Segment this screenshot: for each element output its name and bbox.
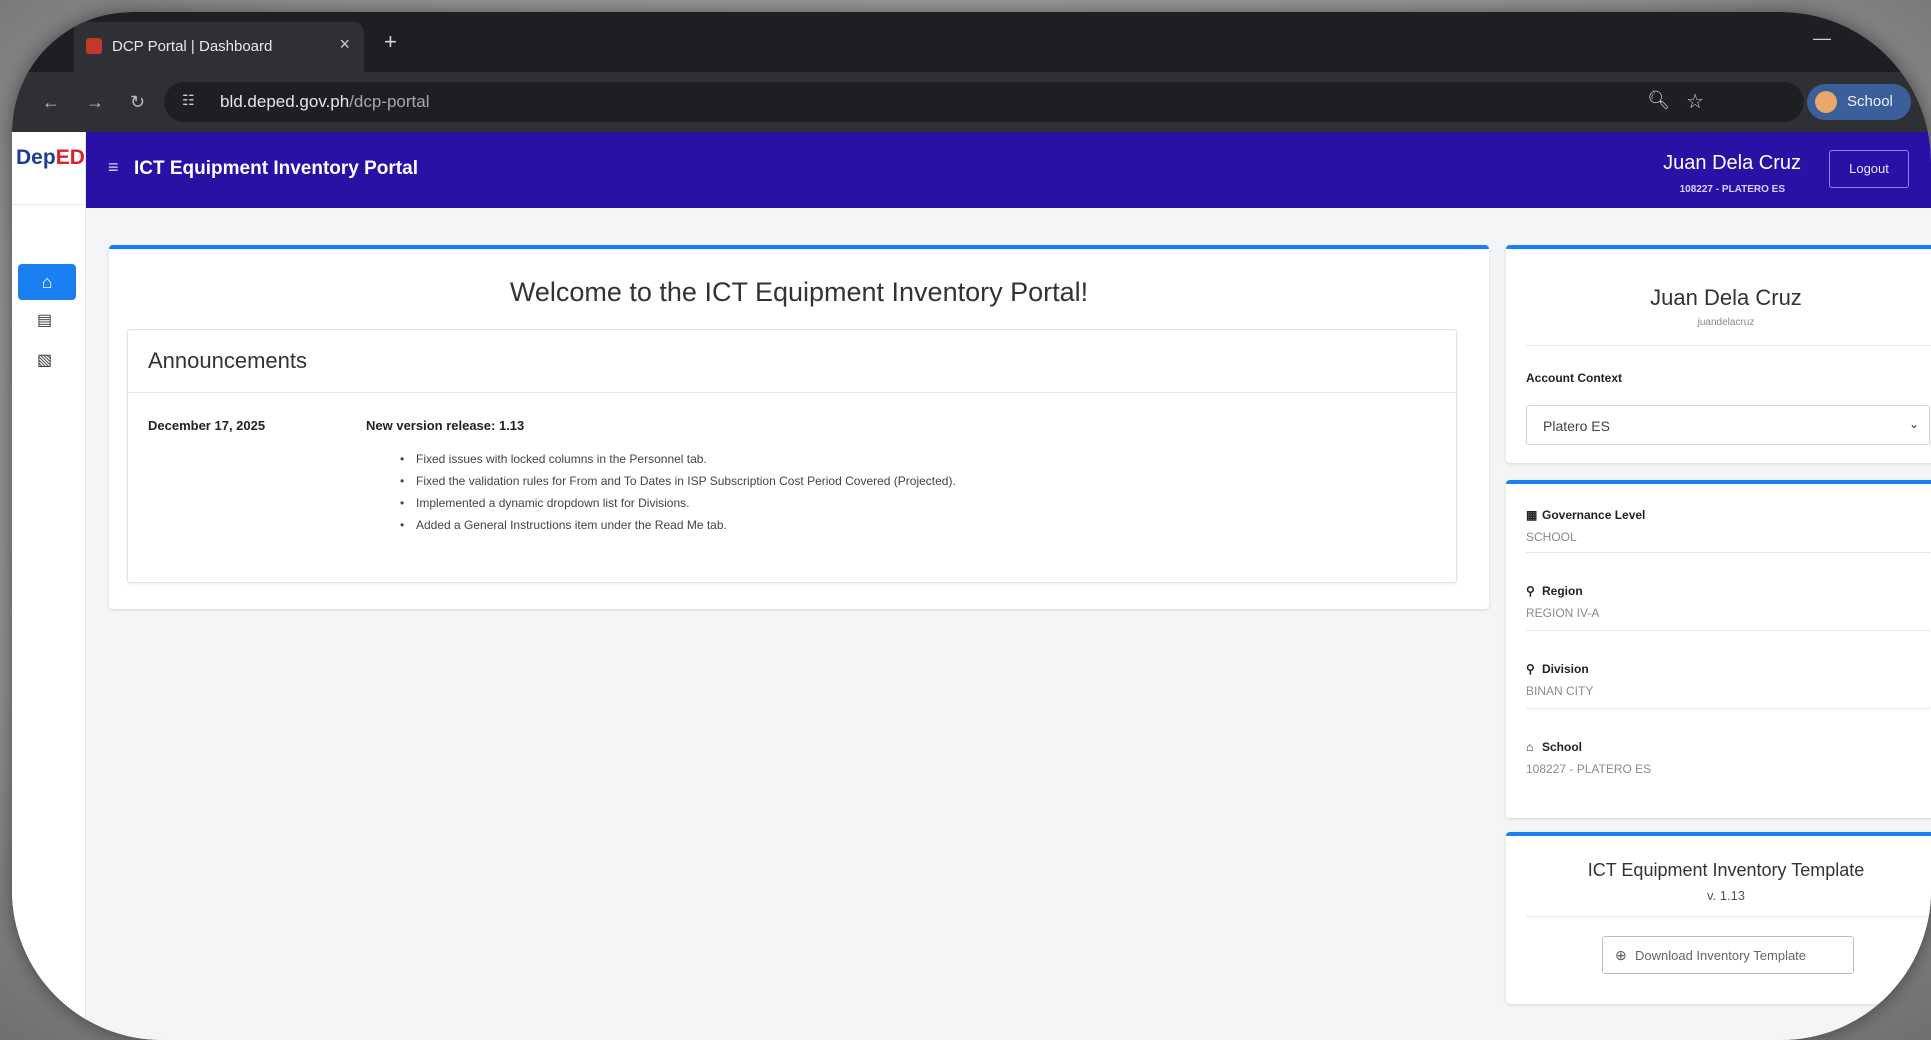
location-info-card: ▦ Governance Level SCHOOL ⚲ Region REGION … [1506,480,1931,818]
header-user-name: Juan Dela Cruz [1663,152,1801,174]
browser-window: DCP Portal | Dashboard × + — ← → ↻ ☷ bld… [12,12,1931,1040]
school-value: 108227 - PLATERO ES [1526,762,1652,776]
sidebar: DepED ⌂ ▤ ▧ [12,132,86,1040]
chevron-down-icon: ⌄ [1908,417,1919,431]
announcements-divider [128,392,1456,393]
sidebar-item-home[interactable]: ⌂ [18,264,76,300]
download-template-label: Download Inventory Template [1635,948,1807,963]
profile-label: School [1847,93,1893,110]
school-item: ⌂ School 108227 - PLATERO ES [1526,740,1930,776]
map-pin-icon: ⚲ [1526,584,1535,598]
favicon-icon [86,38,102,54]
url-text: bld.deped.gov.ph/dcp-portal [220,92,430,112]
account-context-label: Account Context [1526,371,1622,385]
back-arrow-icon[interactable]: ← [42,92,60,113]
browser-tab-bar: DCP Portal | Dashboard × + — [12,12,1931,72]
reload-icon[interactable]: ↻ [130,92,145,113]
list-item: Implemented a dynamic dropdown list for … [400,492,956,514]
announcement-date: December 17, 2025 [148,418,266,433]
browser-address-bar: ← → ↻ ☷ bld.deped.gov.ph/dcp-portal 🔍︎ ☆… [12,72,1931,132]
division-item: ⚲ Division BINAN CITY [1526,662,1930,698]
sidebar-divider [12,204,86,205]
school-label: School [1542,740,1583,754]
info-divider [1526,708,1930,709]
download-circle-icon: ⊕ [1615,947,1627,963]
profile-button[interactable]: School [1807,84,1911,120]
info-divider [1526,552,1930,553]
region-value: REGION IV-A [1526,606,1600,620]
download-template-button[interactable]: ⊕ Download Inventory Template [1602,936,1854,974]
announcement-list: Fixed issues with locked columns in the … [400,448,956,536]
logo-text-red: ED [55,146,85,169]
region-item: ⚲ Region REGION IV-A [1526,584,1930,620]
zoom-icon[interactable]: 🔍︎ [1647,90,1670,111]
portal-title: ICT Equipment Inventory Portal [134,158,418,179]
hamburger-menu-icon[interactable]: ≡ [108,157,119,178]
governance-level-item: ▦ Governance Level SCHOOL [1526,508,1930,544]
url-host: bld.deped.gov.ph [220,92,350,111]
info-divider [1526,630,1930,631]
profile-card: Juan Dela Cruz juandelacruz Account Cont… [1506,245,1931,463]
template-card: ICT Equipment Inventory Template v. 1.13… [1506,832,1931,1004]
close-tab-icon[interactable]: × [339,34,350,55]
home-icon: ⌂ [41,272,53,292]
profile-avatar-icon [1815,91,1837,113]
sidebar-item-document-icon[interactable]: ▤ [37,310,52,330]
list-item: Fixed issues with locked columns in the … [400,448,956,470]
template-divider [1526,916,1931,917]
governance-value: SCHOOL [1526,530,1577,544]
logout-button[interactable]: Logout [1829,150,1909,188]
new-tab-icon[interactable]: + [384,31,397,53]
announcements-panel: Announcements December 17, 2025 New vers… [127,329,1457,583]
url-path: /dcp-portal [349,92,430,111]
announcements-heading: Announcements [148,348,307,373]
welcome-card: Welcome to the ICT Equipment Inventory P… [109,245,1489,609]
tab-title: DCP Portal | Dashboard [112,38,273,55]
forward-arrow-icon[interactable]: → [86,92,104,113]
bookmark-star-icon[interactable]: ☆ [1686,89,1704,114]
profile-username: juandelacruz [1697,317,1755,328]
deped-logo[interactable]: DepED [16,146,85,196]
region-label: Region [1542,584,1583,598]
account-context-select[interactable]: Platero ES ⌄ [1526,405,1930,445]
division-label: Division [1542,662,1589,676]
building-icon: ▦ [1526,508,1538,522]
url-input[interactable]: ☷ bld.deped.gov.ph/dcp-portal 🔍︎ ☆ [164,82,1804,122]
announcement-title: New version release: 1.13 [366,418,525,433]
header-user-school: 108227 - PLATERO ES [1679,184,1785,195]
welcome-heading: Welcome to the ICT Equipment Inventory P… [509,277,1089,307]
governance-label: Governance Level [1542,508,1646,522]
sidebar-item-file-icon[interactable]: ▧ [37,350,52,370]
profile-name: Juan Dela Cruz [1650,285,1802,310]
account-context-value: Platero ES [1543,418,1610,434]
division-value: BINAN CITY [1526,684,1594,698]
template-version: v. 1.13 [1706,888,1746,903]
list-item: Added a General Instructions item under … [400,514,956,536]
school-icon: ⌂ [1526,740,1534,754]
logo-text-blue: Dep [16,146,56,169]
map-pin-icon: ⚲ [1526,662,1535,676]
top-navbar: ≡ ICT Equipment Inventory Portal Juan De… [86,132,1931,208]
profile-divider [1526,345,1931,346]
list-item: Fixed the validation rules for From and … [400,470,956,492]
minimize-icon[interactable]: — [1813,28,1831,49]
browser-tab[interactable]: DCP Portal | Dashboard × [74,22,364,72]
app-root: DepED ⌂ ▤ ▧ ≡ ICT Equipment Inventory Po… [12,132,1931,1040]
template-title: ICT Equipment Inventory Template [1587,860,1865,880]
site-info-icon[interactable]: ☷ [182,92,202,112]
